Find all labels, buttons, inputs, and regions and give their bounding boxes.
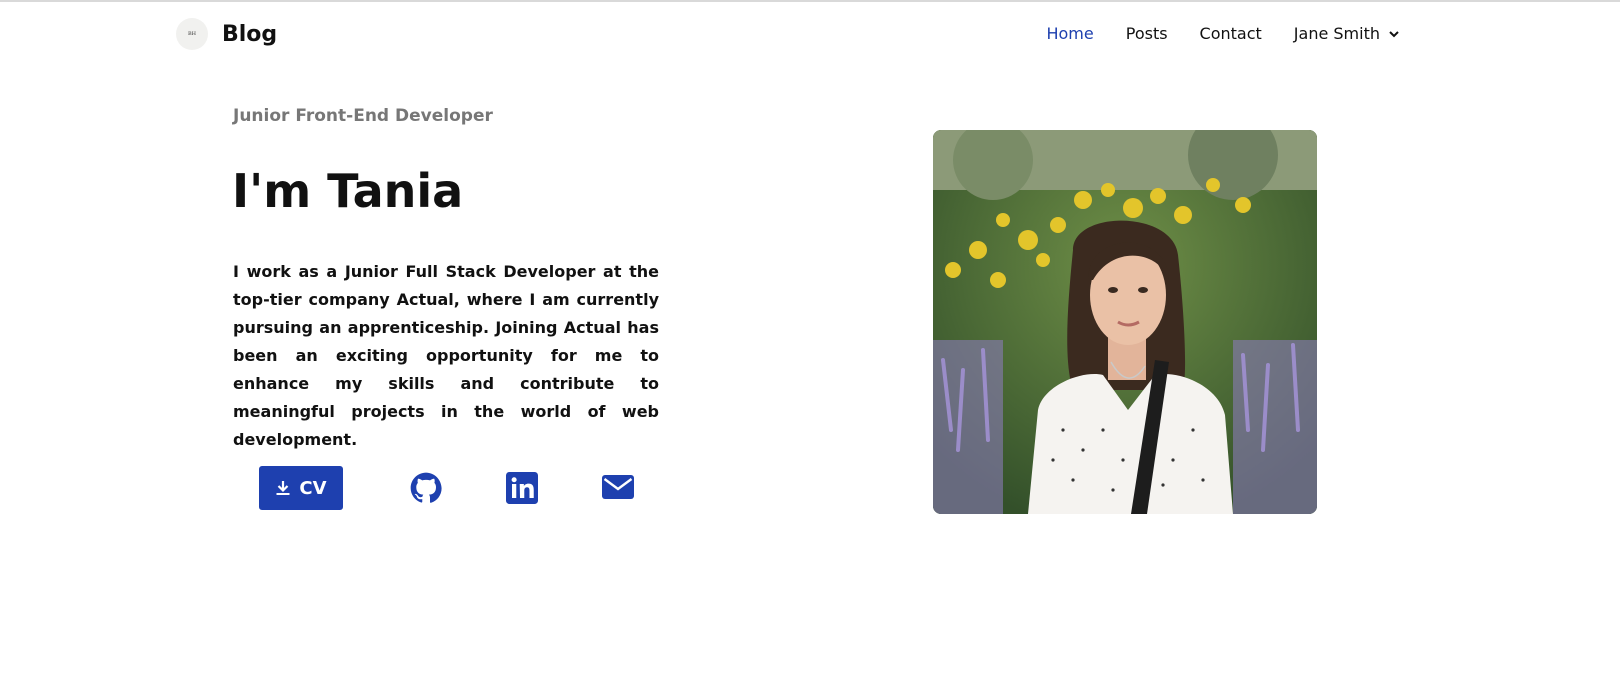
brand-name[interactable]: Blog bbox=[222, 22, 277, 47]
hero-title: I'm Tania bbox=[232, 164, 464, 218]
main-nav: Home Posts Contact Jane Smith bbox=[1014, 24, 1400, 43]
brand[interactable]: BH Blog bbox=[176, 18, 277, 50]
mail-icon[interactable] bbox=[602, 474, 634, 500]
logo[interactable]: BH bbox=[176, 18, 208, 50]
user-name: Jane Smith bbox=[1293, 24, 1380, 43]
nav-home[interactable]: Home bbox=[1046, 24, 1093, 43]
github-icon[interactable] bbox=[410, 472, 442, 504]
nav-contact[interactable]: Contact bbox=[1200, 24, 1262, 43]
hero-bio: I work as a Junior Full Stack Developer … bbox=[233, 262, 659, 449]
hero-subtitle: Junior Front-End Developer bbox=[233, 106, 493, 126]
download-icon bbox=[276, 481, 290, 495]
portrait-illustration bbox=[933, 130, 1317, 514]
profile-photo bbox=[933, 130, 1317, 514]
chevron-down-icon bbox=[1389, 30, 1399, 37]
navbar: BH Blog Home Posts Contact Jane Smith bbox=[0, 2, 1620, 66]
cv-button-label: CV bbox=[299, 477, 327, 499]
logo-text: BH bbox=[187, 31, 197, 37]
download-cv-button[interactable]: CV bbox=[259, 466, 343, 510]
linkedin-icon[interactable] bbox=[506, 472, 538, 504]
user-menu[interactable]: Jane Smith bbox=[1294, 24, 1400, 43]
nav-posts[interactable]: Posts bbox=[1126, 24, 1168, 43]
